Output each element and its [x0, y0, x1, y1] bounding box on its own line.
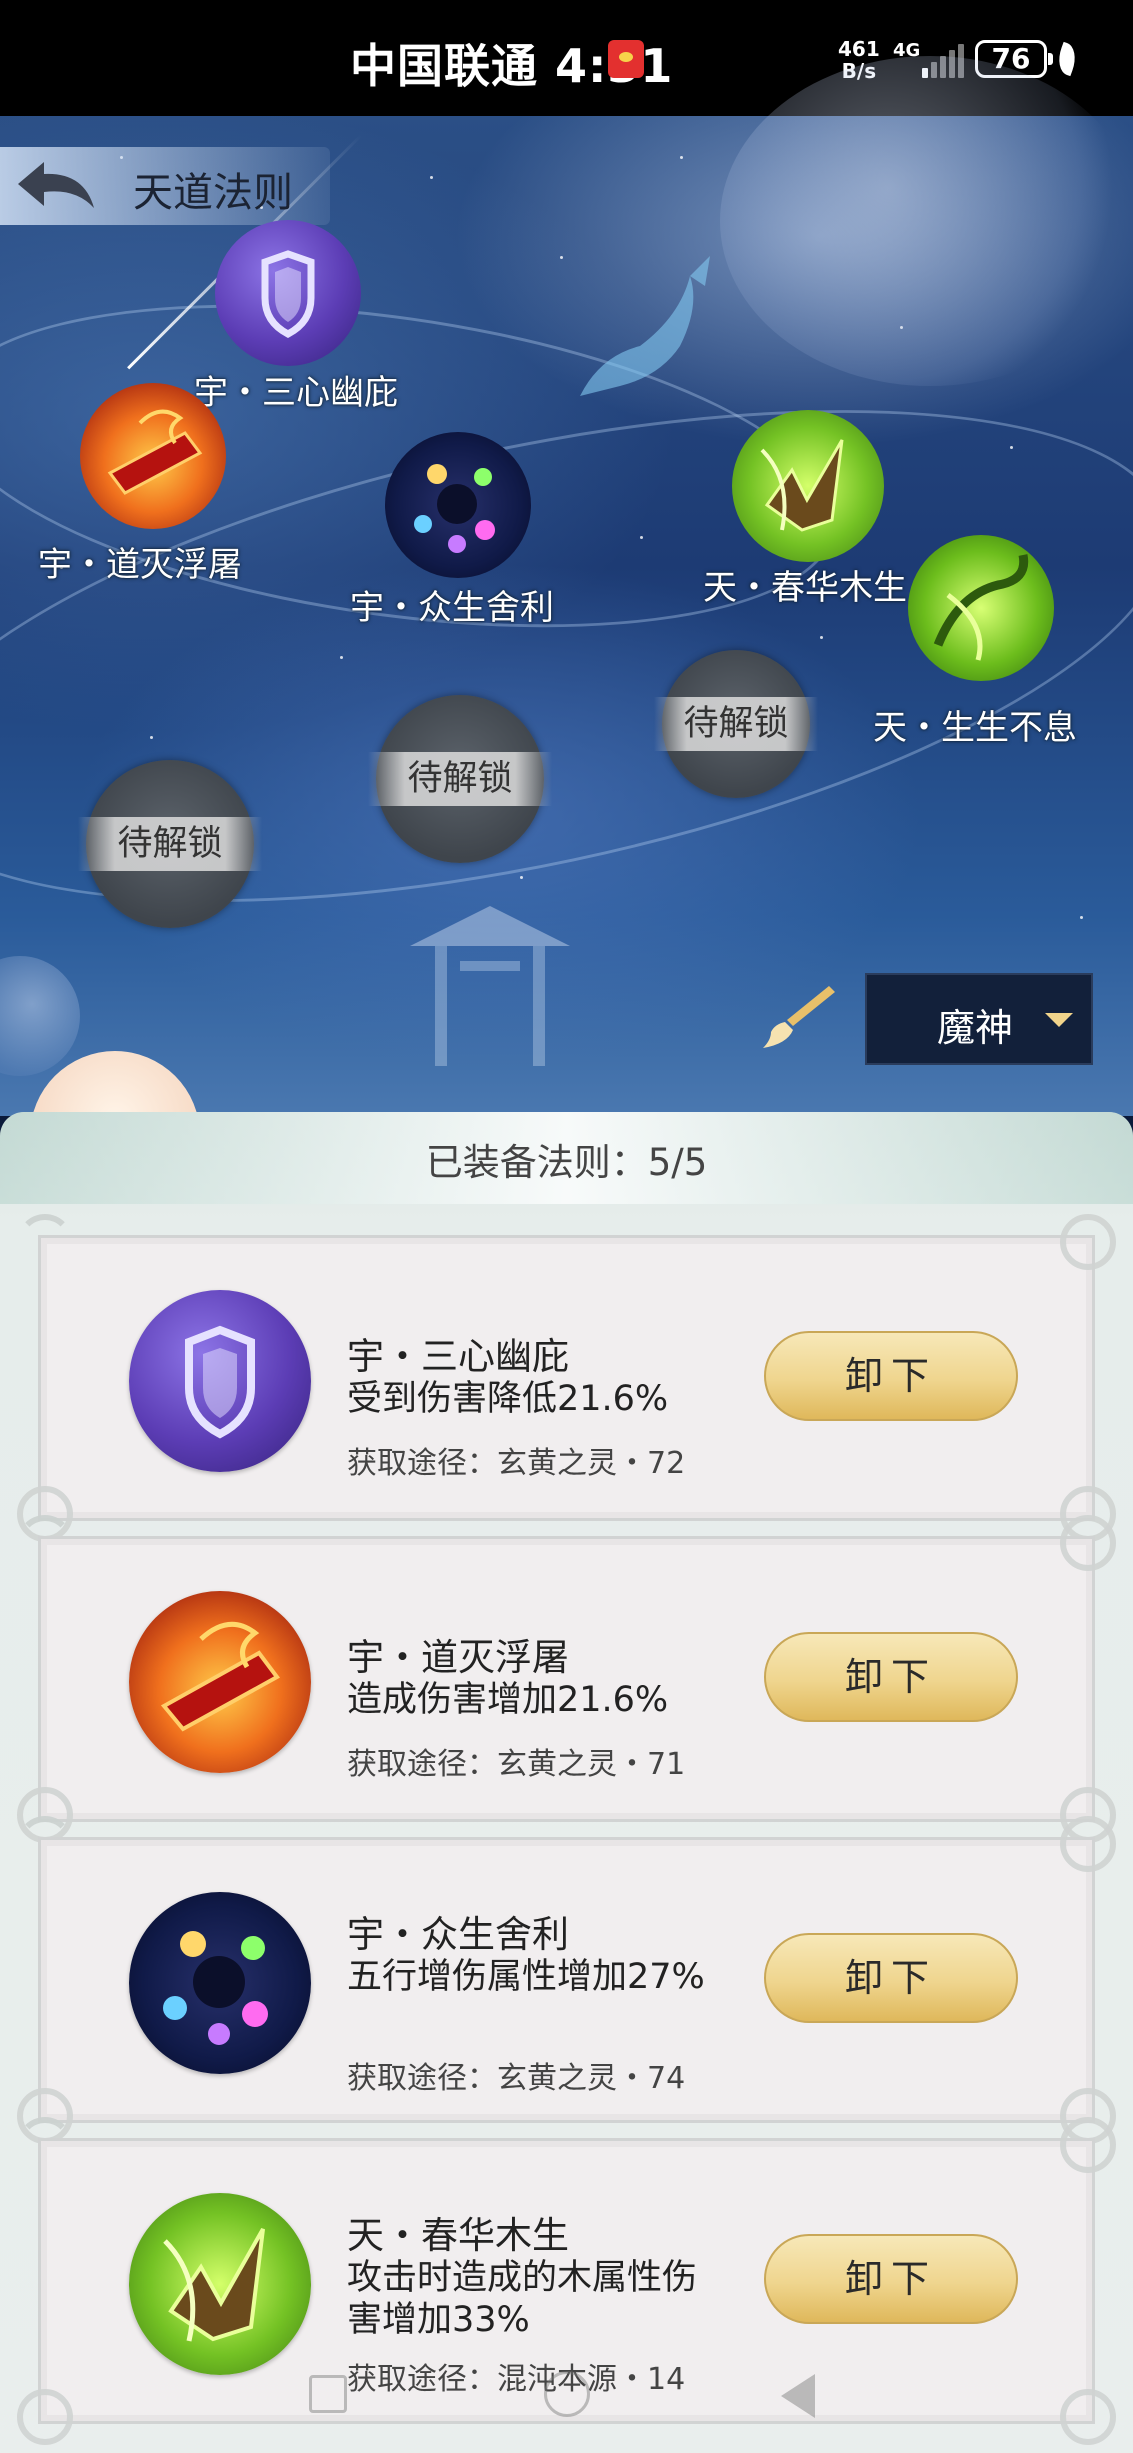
item-source: 获取途径：混沌本源・14 — [347, 2362, 686, 2397]
page-title: 天道法则 — [133, 170, 293, 216]
locked-node[interactable]: 待解锁 — [368, 695, 552, 863]
item-name: 宇・众生舍利 — [347, 1913, 569, 1956]
locked-node[interactable]: 待解锁 — [654, 650, 818, 798]
home-nav-icon[interactable] — [544, 2371, 590, 2417]
net-speed-value: 461 — [838, 37, 880, 61]
chevron-down-icon — [1045, 1013, 1073, 1027]
locked-label: 待解锁 — [78, 817, 262, 871]
node-daomie-futu[interactable] — [80, 383, 226, 529]
item-source: 获取途径：玄黄之灵・72 — [347, 1446, 686, 1481]
fire-blade-icon — [129, 1591, 311, 1773]
node-zhongsheng-sheli[interactable] — [385, 432, 531, 578]
equipped-item-card: 宇・道灭浮屠 造成伤害增加21.6% 获取途径：玄黄之灵・71 卸下 — [17, 1515, 1116, 1843]
cosmic-orbs-icon — [414, 464, 495, 553]
unequip-button[interactable]: 卸下 — [764, 1632, 1018, 1722]
leaf-spear-icon — [129, 2193, 311, 2375]
cosmic-orbs-icon — [129, 1892, 311, 2074]
node-shengsheng-buxi[interactable] — [908, 535, 1054, 681]
back-arrow-icon[interactable] — [14, 158, 98, 214]
recents-nav-icon[interactable] — [309, 2375, 347, 2413]
pavilion-graphic — [410, 906, 570, 1066]
item-effect: 五行增伤属性增加27% — [347, 1957, 705, 1997]
locked-label: 待解锁 — [368, 752, 552, 806]
item-effect: 受到伤害降低21.6% — [347, 1379, 669, 1419]
shield-icon — [129, 1290, 311, 1472]
unequip-button[interactable]: 卸下 — [764, 2234, 1018, 2324]
whale-graphic — [580, 256, 710, 396]
equipped-item-card: 宇・众生舍利 五行增伤属性增加27% 获取途径：玄黄之灵・74 卸下 — [17, 1816, 1116, 2144]
item-effect: 造成伤害增加21.6% — [347, 1680, 669, 1720]
item-name: 宇・三心幽庇 — [347, 1335, 569, 1378]
unequip-button[interactable]: 卸下 — [764, 1933, 1018, 2023]
planet-graphic — [720, 56, 1133, 386]
red-envelope-icon — [608, 40, 644, 78]
node-label: 宇・道灭浮屠 — [38, 545, 242, 585]
item-name: 宇・道灭浮屠 — [347, 1636, 569, 1679]
node-chunhua-musheng[interactable] — [732, 410, 884, 562]
node-label: 宇・众生舍利 — [350, 588, 554, 628]
node-label: 天・生生不息 — [873, 708, 1077, 748]
eco-leaf-icon — [1053, 41, 1081, 77]
brush-icon[interactable] — [757, 982, 837, 1052]
item-name: 天・春华木生 — [347, 2214, 569, 2257]
equipped-count-label: 已装备法则：5/5 — [425, 1141, 708, 1184]
node-label: 天・春华木生 — [703, 568, 907, 608]
locked-node[interactable]: 待解锁 — [78, 760, 262, 928]
shield-icon — [261, 250, 315, 338]
vine-icon — [933, 554, 1029, 661]
back-nav-icon[interactable] — [781, 2374, 815, 2418]
unequip-button[interactable]: 卸下 — [764, 1331, 1018, 1421]
item-effect: 攻击时造成的木属性伤害增加33% — [347, 2258, 698, 2340]
game-screen: 中国联通 4:31 461 B/s 4G 76 — [0, 0, 1133, 2453]
leaf-spear-icon — [760, 439, 844, 532]
equipped-item-card: 宇・三心幽庇 受到伤害降低21.6% 获取途径：玄黄之灵・72 卸下 — [17, 1214, 1116, 1542]
mode-dropdown-value: 魔神 — [937, 1006, 1014, 1050]
mode-dropdown[interactable]: 魔神 — [865, 973, 1093, 1065]
locked-label: 待解锁 — [654, 697, 818, 751]
item-source: 获取途径：玄黄之灵・74 — [347, 2061, 686, 2096]
item-source: 获取途径：玄黄之灵・71 — [347, 1747, 686, 1782]
fire-blade-icon — [107, 409, 203, 495]
node-sanxin-youbi[interactable] — [215, 220, 361, 366]
